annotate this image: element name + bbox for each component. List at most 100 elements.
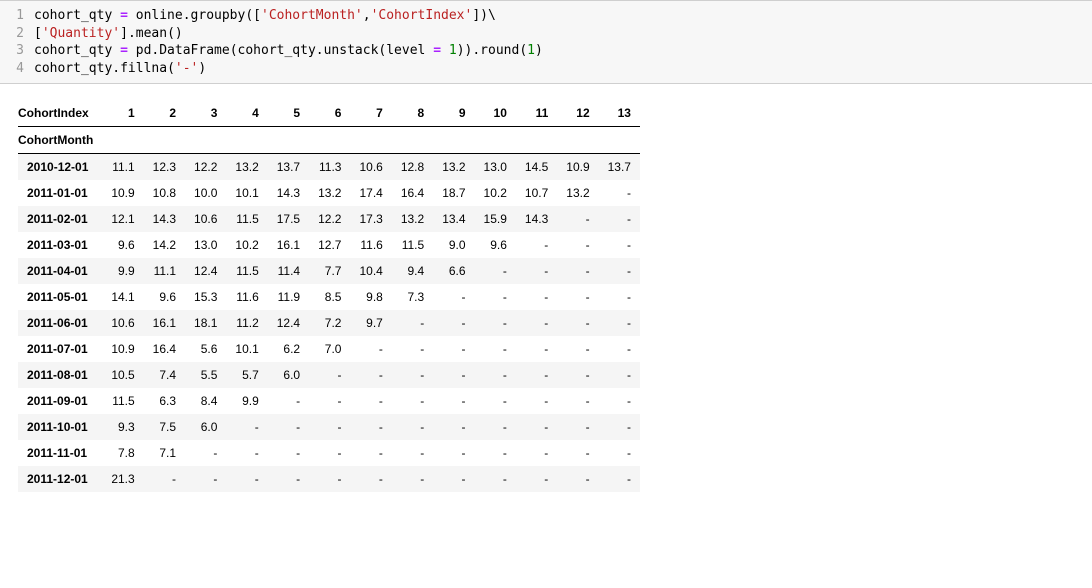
table-cell: 12.3 [144,154,185,181]
row-label: 2011-08-01 [18,362,102,388]
table-cell: 10.7 [516,180,557,206]
table-cell: 15.9 [475,206,516,232]
table-cell: 11.9 [268,284,309,310]
table-cell: 9.9 [102,258,143,284]
table-cell: 12.4 [185,258,226,284]
table-cell: 11.6 [226,284,267,310]
row-label: 2011-11-01 [18,440,102,466]
table-row: 2010-12-0111.112.312.213.213.711.310.612… [18,154,640,181]
cohort-table: CohortIndex 12345678910111213 CohortMont… [18,100,640,492]
table-cell: 7.1 [144,440,185,466]
table-cell: - [433,440,474,466]
table-cell: 11.5 [392,232,433,258]
table-cell: - [475,310,516,336]
table-cell: 12.2 [309,206,350,232]
table-cell: 18.7 [433,180,474,206]
col-index-name: CohortIndex [18,100,102,127]
table-cell: - [309,466,350,492]
table-cell: - [475,414,516,440]
table-cell: - [599,414,640,440]
column-header-spacer [392,127,433,154]
table-row: 2011-09-0111.56.38.49.9--------- [18,388,640,414]
column-header: 6 [309,100,350,127]
table-cell: - [433,414,474,440]
table-cell: 10.9 [102,180,143,206]
table-cell: - [475,440,516,466]
table-cell: 13.7 [268,154,309,181]
table-cell: - [350,362,391,388]
table-cell: - [350,466,391,492]
table-cell: - [516,362,557,388]
table-cell: 9.6 [102,232,143,258]
table-cell: - [516,414,557,440]
table-row: 2011-01-0110.910.810.010.114.313.217.416… [18,180,640,206]
table-cell: - [144,466,185,492]
table-row: 2011-05-0114.19.615.311.611.98.59.87.3--… [18,284,640,310]
table-row: 2011-08-0110.57.45.55.76.0-------- [18,362,640,388]
table-cell: 14.1 [102,284,143,310]
line-number: 1 [0,7,34,25]
column-header-row: CohortIndex 12345678910111213 [18,100,640,127]
table-cell: 12.4 [268,310,309,336]
table-cell: - [516,284,557,310]
table-cell: - [557,414,598,440]
row-label: 2011-04-01 [18,258,102,284]
table-cell: 9.7 [350,310,391,336]
table-cell: - [433,388,474,414]
table-cell: - [433,466,474,492]
table-cell: - [185,440,226,466]
table-cell: 10.2 [475,180,516,206]
table-cell: 10.6 [185,206,226,232]
column-header-spacer [433,127,474,154]
table-cell: 10.6 [350,154,391,181]
table-cell: - [599,232,640,258]
line-number: 4 [0,60,34,78]
table-cell: 6.0 [268,362,309,388]
table-cell: 16.1 [144,310,185,336]
table-cell: - [350,440,391,466]
table-cell: - [599,284,640,310]
table-cell: - [599,388,640,414]
column-header-spacer [102,127,143,154]
column-header: 13 [599,100,640,127]
table-cell: - [392,440,433,466]
table-cell: - [226,466,267,492]
table-cell: 5.7 [226,362,267,388]
table-cell: 10.8 [144,180,185,206]
table-cell: - [599,466,640,492]
table-cell: - [557,232,598,258]
table-cell: - [309,414,350,440]
code-source: cohort_qty = online.groupby(['CohortMont… [34,7,496,25]
table-cell: 7.5 [144,414,185,440]
table-cell: - [516,466,557,492]
table-cell: 9.3 [102,414,143,440]
table-cell: 7.7 [309,258,350,284]
table-cell: - [392,466,433,492]
table-cell: - [516,440,557,466]
table-cell: 16.4 [144,336,185,362]
table-cell: 11.5 [226,258,267,284]
table-cell: - [557,336,598,362]
table-row: 2011-11-017.87.1----------- [18,440,640,466]
table-cell: 14.2 [144,232,185,258]
table-cell: 13.2 [433,154,474,181]
table-cell: 16.4 [392,180,433,206]
table-cell: 17.4 [350,180,391,206]
table-cell: - [185,466,226,492]
table-cell: 21.3 [102,466,143,492]
table-row: 2011-03-019.614.213.010.216.112.711.611.… [18,232,640,258]
table-row: 2011-06-0110.616.118.111.212.47.29.7----… [18,310,640,336]
row-label: 2011-01-01 [18,180,102,206]
table-cell: 13.2 [392,206,433,232]
table-cell: 11.5 [226,206,267,232]
table-cell: 17.3 [350,206,391,232]
table-cell: 10.9 [102,336,143,362]
table-cell: 10.1 [226,336,267,362]
table-cell: 17.5 [268,206,309,232]
row-label: 2011-03-01 [18,232,102,258]
table-cell: 10.9 [557,154,598,181]
table-cell: - [226,414,267,440]
table-cell: - [599,258,640,284]
code-input-cell[interactable]: 1cohort_qty = online.groupby(['CohortMon… [0,0,1092,84]
row-index-header-row: CohortMonth [18,127,640,154]
